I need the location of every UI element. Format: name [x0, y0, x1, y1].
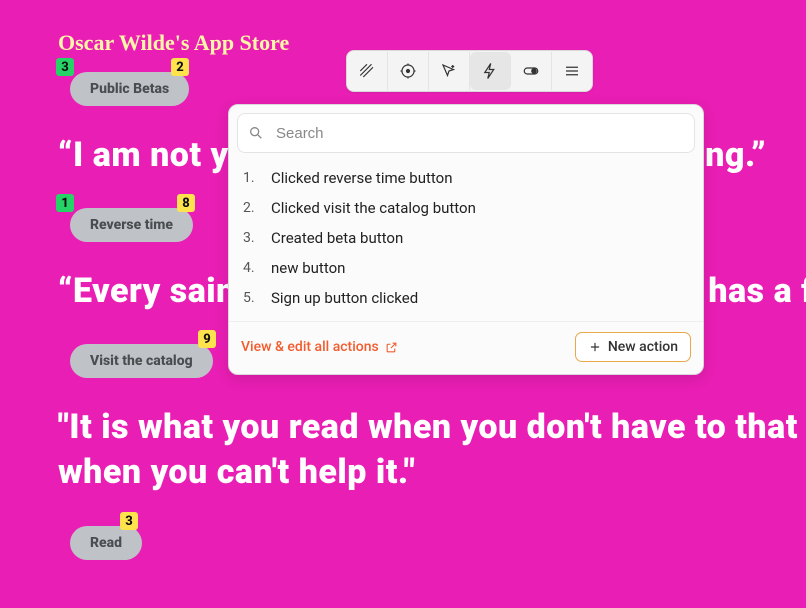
panel-footer: View & edit all actions New action [229, 321, 703, 362]
list-item-label: Created beta button [271, 229, 403, 247]
toolbar-btn-toggle[interactable] [511, 52, 552, 90]
view-edit-all-label: View & edit all actions [241, 339, 379, 355]
badge-yellow-2: 2 [171, 58, 189, 76]
toggle-icon [522, 62, 540, 80]
actions-panel: 1. Clicked reverse time button 2. Clicke… [228, 104, 704, 375]
toolbar-btn-menu[interactable] [552, 52, 592, 90]
reverse-time-button[interactable]: Reverse time [70, 208, 193, 242]
toolbar-btn-target[interactable] [388, 52, 429, 90]
badge-green-3: 3 [56, 58, 74, 76]
toolbar-btn-lightning[interactable] [470, 52, 511, 90]
lightning-icon [481, 62, 499, 80]
action-list: 1. Clicked reverse time button 2. Clicke… [229, 157, 703, 317]
external-link-icon [385, 341, 398, 354]
hamburger-icon [563, 62, 581, 80]
public-betas-label: Public Betas [90, 81, 169, 97]
list-item[interactable]: 2. Clicked visit the catalog button [229, 193, 703, 223]
view-edit-all-link[interactable]: View & edit all actions [241, 339, 398, 355]
toolbar-btn-cursor-sparkle[interactable] [429, 52, 470, 90]
cursor-sparkle-icon [440, 62, 458, 80]
list-item-label: Clicked reverse time button [271, 169, 453, 187]
search-input[interactable] [274, 124, 684, 143]
read-label: Read [90, 535, 122, 551]
search-icon [248, 125, 264, 141]
badge-yellow-3: 3 [120, 512, 138, 530]
target-icon [399, 62, 417, 80]
quote-3-line1: "It is what you read when you don't have… [58, 407, 806, 447]
plus-icon [588, 340, 602, 354]
list-item-label: Clicked visit the catalog button [271, 199, 476, 217]
list-item-label: Sign up button clicked [271, 289, 418, 307]
list-item-number: 3. [243, 230, 271, 246]
list-item-number: 2. [243, 200, 271, 216]
read-button[interactable]: Read [70, 526, 142, 560]
actions-toolbar [346, 50, 593, 92]
reverse-time-label: Reverse time [90, 217, 173, 233]
toolbar-btn-bars[interactable] [347, 52, 388, 90]
list-item[interactable]: 1. Clicked reverse time button [229, 163, 703, 193]
badge-green-1: 1 [56, 194, 74, 212]
new-action-label: New action [608, 339, 678, 355]
badge-yellow-9: 9 [198, 330, 216, 348]
list-item-number: 5. [243, 290, 271, 306]
visit-catalog-label: Visit the catalog [90, 353, 193, 369]
list-item[interactable]: 3. Created beta button [229, 223, 703, 253]
search-row[interactable] [237, 113, 695, 153]
list-item[interactable]: 4. new button [229, 253, 703, 283]
badge-yellow-8: 8 [177, 194, 195, 212]
quote-3-line2: when you can't help it." [58, 452, 415, 492]
visit-catalog-button[interactable]: Visit the catalog [70, 344, 213, 378]
page-title: Oscar Wilde's App Store [58, 30, 289, 56]
diagonal-lines-icon [358, 62, 376, 80]
list-item-number: 1. [243, 170, 271, 186]
list-item-number: 4. [243, 260, 271, 276]
list-item-label: new button [271, 259, 345, 277]
public-betas-button[interactable]: Public Betas [70, 72, 189, 106]
new-action-button[interactable]: New action [575, 332, 691, 362]
list-item[interactable]: 5. Sign up button clicked [229, 283, 703, 313]
